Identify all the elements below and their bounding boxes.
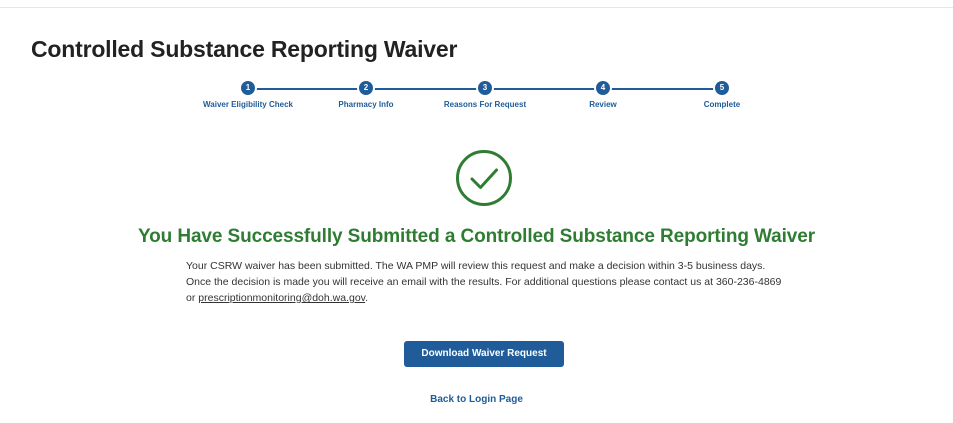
confirmation-message: Your CSRW waiver has been submitted. The… (186, 258, 786, 306)
message-end: . (365, 292, 369, 304)
download-waiver-button[interactable]: Download Waiver Request (404, 341, 564, 367)
top-divider (0, 7, 953, 8)
contact-email-link[interactable]: prescriptionmonitoring@doh.wa.gov (198, 292, 365, 304)
step-5: 5 Complete (652, 80, 792, 109)
check-circle-icon (456, 150, 512, 206)
step-1-number: 1 (241, 81, 255, 95)
success-heading: You Have Successfully Submitted a Contro… (137, 226, 816, 247)
step-2-number: 2 (359, 81, 373, 95)
step-5-label: Complete (703, 100, 741, 109)
back-to-login-link[interactable]: Back to Login Page (0, 394, 953, 405)
page: Controlled Substance Reporting Waiver 1 … (0, 0, 953, 423)
step-4-number: 4 (596, 81, 610, 95)
step-5-number: 5 (715, 81, 729, 95)
progress-stepper: 1 Waiver Eligibility Check 2 Pharmacy In… (0, 80, 953, 120)
page-title: Controlled Substance Reporting Waiver (31, 36, 458, 62)
step-3-number: 3 (478, 81, 492, 95)
